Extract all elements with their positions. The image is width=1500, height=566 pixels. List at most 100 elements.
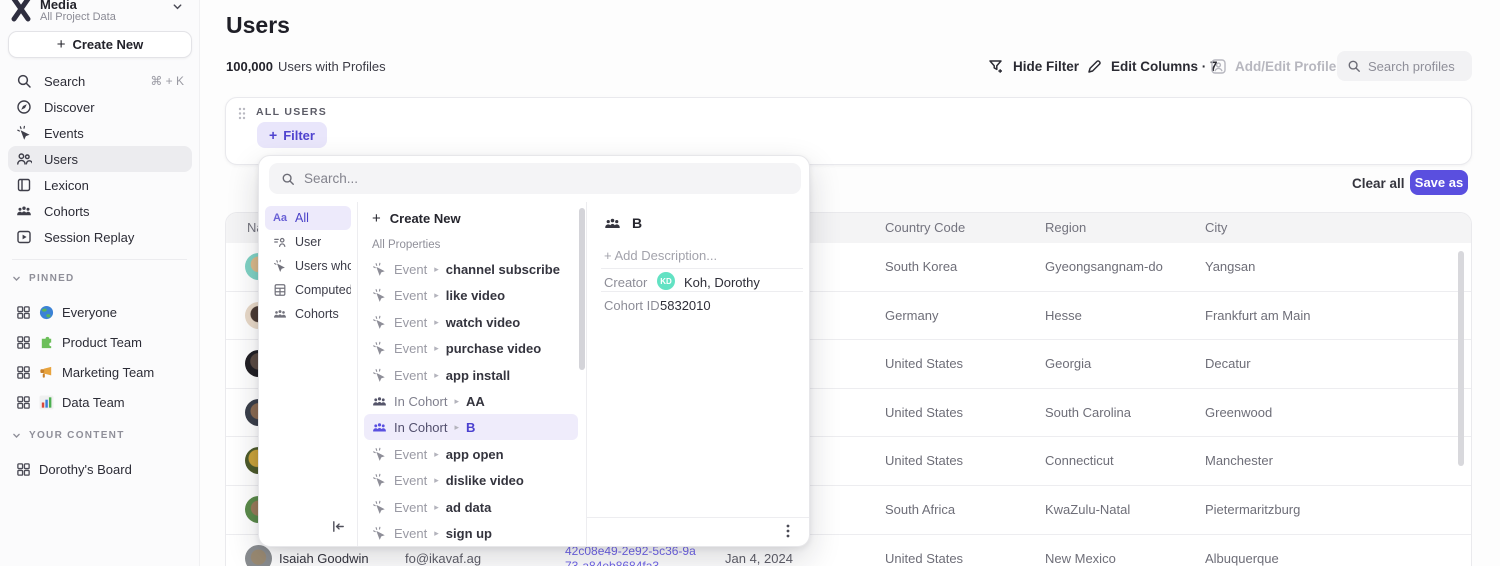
arrow-right-icon: ▸ [434,317,439,328]
more-options-icon[interactable] [781,523,795,539]
sidebar-item-label: Search [44,74,85,89]
cell-region: South Carolina [1045,389,1131,438]
search-icon [16,73,32,89]
column-header-region[interactable]: Region [1045,213,1086,243]
add-description-button[interactable]: + Add Description... [604,248,717,263]
popup-create-new-button[interactable]: + Create New [372,206,461,230]
cell-city: Decatur [1205,340,1251,389]
category-label: Computed [295,283,351,297]
pinned-list: Everyone Product Team Marketing Team Dat… [0,297,200,417]
event-spark-icon [372,341,387,356]
bar-chart-emoji-icon [39,395,54,410]
hide-filter-button[interactable]: Hide Filter [988,58,1079,75]
create-new-button[interactable]: + Create New [8,31,192,58]
edit-columns-button[interactable]: Edit Columns · 7 [1086,58,1218,75]
clear-all-button[interactable]: Clear all [1352,176,1405,191]
board-grid-icon [16,365,31,380]
category-users-who-did[interactable]: Users who di... [265,254,351,278]
save-as-button[interactable]: Save as [1410,170,1468,195]
cell-region: Hesse [1045,292,1082,341]
profiles-search-input[interactable] [1368,59,1462,74]
cell-region: New Mexico [1045,535,1116,566]
category-cohorts[interactable]: Cohorts [265,302,351,326]
cohorts-icon [604,215,621,232]
board-grid-icon [16,462,31,477]
add-edit-profile-label: Add/Edit Profile [1235,59,1336,74]
sidebar-item-discover[interactable]: Discover [8,94,192,120]
arrow-right-icon: ▸ [454,396,459,407]
popup-scrollbar[interactable] [579,208,585,370]
property-item-cohort[interactable]: In Cohort▸AA [364,388,578,414]
column-header-city[interactable]: City [1205,213,1227,243]
property-item-event[interactable]: Event▸sign up [364,520,578,546]
popup-create-new-label: Create New [390,211,461,226]
popup-search-input[interactable] [304,171,789,186]
sidebar-board-data-team[interactable]: Data Team [8,387,192,417]
property-item-event[interactable]: Event▸dislike video [364,467,578,493]
category-computed[interactable]: Computed [265,278,351,302]
property-item-event[interactable]: Event▸ad data [364,494,578,520]
sidebar-item-label: Discover [44,100,95,115]
property-item-event[interactable]: Event▸purchase video [364,335,578,361]
chevron-down-icon[interactable] [172,1,183,12]
funnel-icon [988,58,1005,75]
cell-country: United States [885,389,963,438]
category-user[interactable]: User [265,230,351,254]
pinned-section-header[interactable]: PINNED [0,273,200,284]
sidebar-board-marketing-team[interactable]: Marketing Team [8,357,192,387]
megaphone-emoji-icon [39,365,54,380]
board-grid-icon [16,305,31,320]
sidebar-item-session-replay[interactable]: Session Replay [8,224,192,250]
sidebar-item-cohorts[interactable]: Cohorts [8,198,192,224]
sidebar-board-product-team[interactable]: Product Team [8,327,192,357]
category-label: All [295,211,309,225]
category-all[interactable]: Aa All [265,206,351,230]
item-prefix: Event [394,500,427,515]
your-content-label: YOUR CONTENT [29,430,125,441]
property-item-event[interactable]: Event▸channel subscribe [364,256,578,282]
sidebar-item-label: Events [44,126,84,141]
sidebar: Media All Project Data + Create New Sear… [0,0,200,566]
collapse-panel-icon[interactable] [331,519,346,534]
book-icon [16,177,32,193]
category-label: Users who di... [295,259,351,273]
item-name: like video [446,288,505,303]
cell-country: South Africa [885,486,955,535]
user-count-label[interactable]: Users with Profiles [278,59,386,74]
plus-icon: + [269,127,277,143]
sidebar-board-everyone[interactable]: Everyone [8,297,192,327]
add-edit-profile-button[interactable]: Add/Edit Profile [1210,58,1336,75]
add-filter-button[interactable]: + Filter [257,122,327,148]
item-name: AA [466,394,485,409]
sidebar-item-search[interactable]: Search ⌘ + K [8,68,192,94]
item-prefix: Event [394,473,427,488]
event-spark-icon [372,500,387,515]
sidebar-item-users[interactable]: Users [8,146,192,172]
column-header-country-code[interactable]: Country Code [885,213,965,243]
workspace-logo-icon [7,0,35,23]
sidebar-board-dorothys-board[interactable]: Dorothy's Board [8,454,192,484]
property-item-cohort-b-selected[interactable]: In Cohort▸B [364,414,578,440]
your-content-section-header[interactable]: YOUR CONTENT [0,430,200,441]
property-item-event[interactable]: Event▸like video [364,282,578,308]
category-label: Cohorts [295,307,339,321]
item-prefix: Event [394,447,427,462]
cohorts-icon [273,307,287,321]
table-scrollbar[interactable] [1458,251,1464,466]
cell-country: United States [885,535,963,566]
all-users-group-label: ALL USERS [256,106,327,118]
cell-country: United States [885,437,963,486]
board-label: Marketing Team [62,365,154,380]
compass-icon [16,99,32,115]
property-item-event[interactable]: Event▸app install [364,362,578,388]
property-item-event[interactable]: Event▸watch video [364,309,578,335]
property-item-event[interactable]: Event▸app open [364,441,578,467]
item-prefix: Event [394,526,427,541]
drag-handle-icon[interactable] [238,107,246,120]
replay-icon [16,229,32,245]
arrow-right-icon: ▸ [434,528,439,539]
sidebar-item-events[interactable]: Events [8,120,192,146]
event-spark-icon [372,262,387,277]
sidebar-item-lexicon[interactable]: Lexicon [8,172,192,198]
board-label: Data Team [62,395,125,410]
